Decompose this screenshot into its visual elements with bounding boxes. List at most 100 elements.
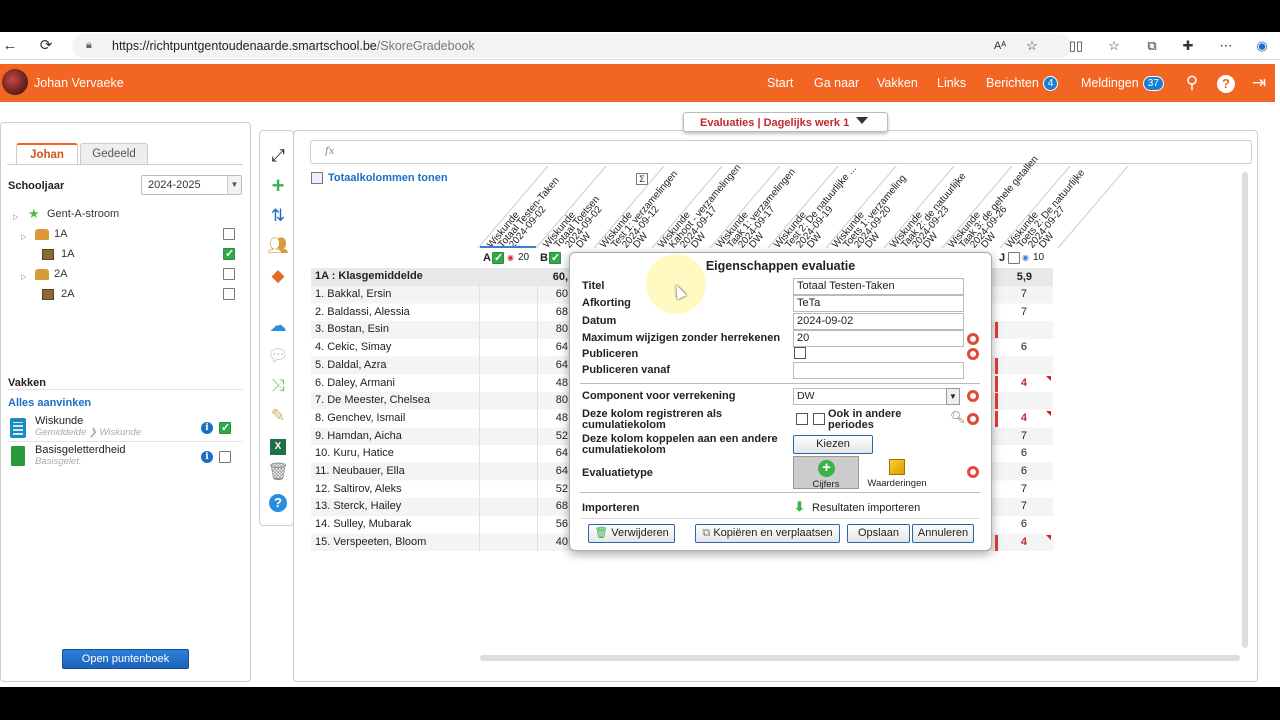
annuleren-button[interactable]: Annuleren (912, 524, 974, 543)
grade-cell-j[interactable]: 6 (997, 518, 1027, 530)
grade-cell-b[interactable]: 68 (538, 306, 568, 318)
grade-cell-b[interactable]: 64 (538, 447, 568, 459)
publiceren-vanaf-input[interactable] (793, 362, 964, 379)
nav-meldingen[interactable]: Meldingen 37 (1081, 76, 1164, 91)
tags-icon[interactable]: ◆ (267, 265, 289, 287)
search-icon[interactable]: 🔍︎ (950, 410, 965, 424)
help-lifebuoy-icon[interactable] (967, 413, 979, 425)
comment-marker-icon[interactable] (1046, 410, 1051, 416)
subject-name[interactable]: Wiskunde (35, 415, 83, 427)
component-select[interactable]: DW ▼ (793, 388, 960, 405)
type-cijfers-option[interactable]: + Cijfers (793, 456, 859, 490)
tab-gedeeld[interactable]: Gedeeld (80, 143, 148, 165)
subject-name[interactable]: Basisgeletterdheid (35, 444, 126, 456)
help-lifebuoy-icon[interactable] (967, 466, 979, 478)
download-arrow-icon[interactable]: ⬇ (794, 499, 805, 515)
extensions-icon[interactable]: ✚ (1178, 36, 1198, 56)
publiceren-checkbox[interactable] (794, 347, 806, 359)
col-j-letter[interactable]: J (999, 252, 1005, 264)
tab-johan[interactable]: Johan (16, 143, 78, 165)
grade-cell-b[interactable]: 48 (538, 377, 568, 389)
totaalkolommen-link[interactable]: Totaalkolommen tonen (328, 172, 448, 184)
grade-cell-j[interactable]: 7 (997, 288, 1027, 300)
eye-icon[interactable]: ◉ (1022, 253, 1029, 262)
grade-cell-b[interactable]: 56 (538, 518, 568, 530)
grade-cell-b[interactable]: 64 (538, 465, 568, 477)
cloud-icon[interactable]: ☁ (267, 315, 289, 337)
tree-item-2a-group[interactable]: 2A (54, 268, 67, 280)
subject-checkbox-basisgeletterdheid[interactable] (219, 451, 231, 463)
datum-input[interactable]: 2024-09-02 (793, 313, 964, 330)
help-icon[interactable]: ? (1215, 72, 1237, 94)
grade-cell-b[interactable]: 40 (538, 536, 568, 548)
collections-icon[interactable]: ⧉ (1142, 36, 1162, 56)
formula-bar[interactable]: fx (310, 140, 1252, 164)
student-name[interactable]: 1. Bakkal, Ersin (311, 286, 479, 304)
info-icon[interactable]: i (201, 422, 213, 434)
shuffle-icon[interactable]: ⤨ (267, 375, 289, 397)
grade-cell-b[interactable]: 52 (538, 483, 568, 495)
evaluations-selector[interactable]: Evaluaties | Dagelijks werk 1 (683, 112, 888, 132)
grade-cell-j[interactable]: 7 (997, 306, 1027, 318)
titel-input[interactable]: Totaal Testen-Taken (793, 278, 964, 295)
logout-icon[interactable]: ⇥ (1248, 72, 1270, 94)
help-lifebuoy-icon[interactable] (967, 333, 979, 345)
subject-checkbox-wiskunde[interactable] (219, 421, 231, 434)
grade-cell-j[interactable]: 6 (997, 447, 1027, 459)
comment-marker-icon[interactable] (1046, 534, 1051, 540)
excel-icon[interactable]: X (267, 433, 289, 455)
grade-cell-b[interactable]: 52 (538, 430, 568, 442)
address-bar[interactable]: 🔒︎ https://richtpuntgentoudenaarde.smart… (72, 34, 1072, 58)
schooljaar-select[interactable]: 2024-2025 ▼ (141, 175, 242, 195)
student-name[interactable]: 7. De Meester, Chelsea (311, 392, 479, 410)
horizontal-scrollbar[interactable] (480, 655, 1240, 661)
tree-checkbox-1a-class[interactable] (223, 247, 235, 260)
student-name[interactable]: 10. Kuru, Hatice (311, 445, 479, 463)
grade-cell-b[interactable]: 80 (538, 394, 568, 406)
tree-checkbox-2a-group[interactable] (223, 268, 235, 280)
cumulatie-registreren-checkbox[interactable] (796, 413, 808, 425)
nav-vakken[interactable]: Vakken (877, 76, 918, 90)
resultaten-importeren-link[interactable]: Resultaten importeren (812, 502, 920, 514)
afkorting-input[interactable]: TeTa (793, 295, 964, 312)
nav-start[interactable]: Start (767, 76, 793, 90)
maximum-input[interactable]: 20 (793, 330, 964, 347)
student-name[interactable]: 3. Bostan, Esin (311, 321, 479, 339)
help-icon[interactable]: ? (267, 491, 289, 513)
opslaan-button[interactable]: Opslaan (847, 524, 910, 543)
user-name[interactable]: Johan Vervaeke (34, 76, 124, 90)
search-icon[interactable]: ⚲ (1181, 72, 1203, 94)
nav-ga-naar[interactable]: Ga naar (814, 76, 859, 90)
grade-cell-j[interactable]: 7 (997, 483, 1027, 495)
kiezen-button[interactable]: Kiezen (793, 435, 873, 454)
grade-cell-b[interactable]: 80 (538, 323, 568, 335)
student-name[interactable]: 5. Daldal, Azra (311, 357, 479, 375)
avatar[interactable] (2, 69, 28, 95)
grade-cell-j[interactable]: 4 (997, 536, 1027, 548)
col-a-checkbox[interactable] (492, 251, 504, 264)
kopieren-verplaatsen-button[interactable]: ⧉ Kopiëren en verplaatsen (695, 524, 840, 543)
student-name[interactable]: 11. Neubauer, Ella (311, 463, 479, 481)
verwijderen-button[interactable]: 🗑︎ Verwijderen (588, 524, 675, 543)
grade-cell-b[interactable]: 48 (538, 412, 568, 424)
type-waarderingen-option[interactable]: Waarderingen (864, 456, 930, 489)
help-lifebuoy-icon[interactable] (967, 348, 979, 360)
col-b-letter[interactable]: B (540, 252, 548, 264)
grade-cell-b[interactable]: 64 (538, 359, 568, 371)
student-name[interactable]: 4. Cekic, Simay (311, 339, 479, 357)
help-lifebuoy-icon[interactable] (967, 390, 979, 402)
student-name[interactable]: 8. Genchev, Ismail (311, 410, 479, 428)
table-icon[interactable] (311, 172, 323, 184)
grade-cell-b[interactable]: 60 (538, 288, 568, 300)
grade-cell-j[interactable]: 4 (997, 377, 1027, 389)
favorites-icon[interactable]: ☆ (1104, 36, 1124, 56)
eye-icon[interactable]: ◉ (507, 253, 514, 262)
grade-cell-b[interactable]: 68 (538, 500, 568, 512)
grade-cell-j[interactable]: 6 (997, 341, 1027, 353)
student-name[interactable]: 2. Baldassi, Alessia (311, 304, 479, 322)
tree-checkbox-2a-class[interactable] (223, 288, 235, 300)
grade-cell-j[interactable]: 7 (997, 500, 1027, 512)
student-name[interactable]: 13. Sterck, Hailey (311, 498, 479, 516)
back-icon[interactable]: ← (0, 36, 20, 56)
grade-cell-j[interactable]: 4 (997, 412, 1027, 424)
